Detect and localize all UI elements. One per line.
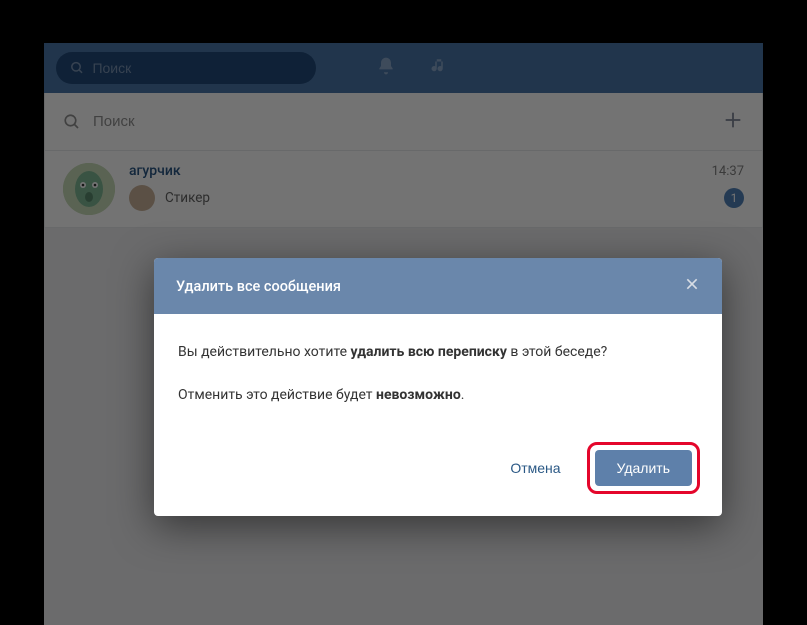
dialog-line2: Отменить это действие будет невозможно. (178, 385, 698, 406)
delete-button[interactable]: Удалить (595, 450, 692, 486)
close-icon[interactable] (684, 276, 700, 296)
dialog-footer: Отмена Удалить (154, 428, 722, 516)
delete-dialog: Удалить все сообщения Вы действительно х… (154, 258, 722, 516)
dialog-header: Удалить все сообщения (154, 258, 722, 314)
highlight-annotation: Удалить (587, 442, 700, 494)
dialog-body: Вы действительно хотите удалить всю пере… (154, 314, 722, 428)
dialog-line1: Вы действительно хотите удалить всю пере… (178, 342, 698, 363)
dialog-title: Удалить все сообщения (176, 278, 341, 295)
cancel-button[interactable]: Отмена (502, 450, 568, 486)
